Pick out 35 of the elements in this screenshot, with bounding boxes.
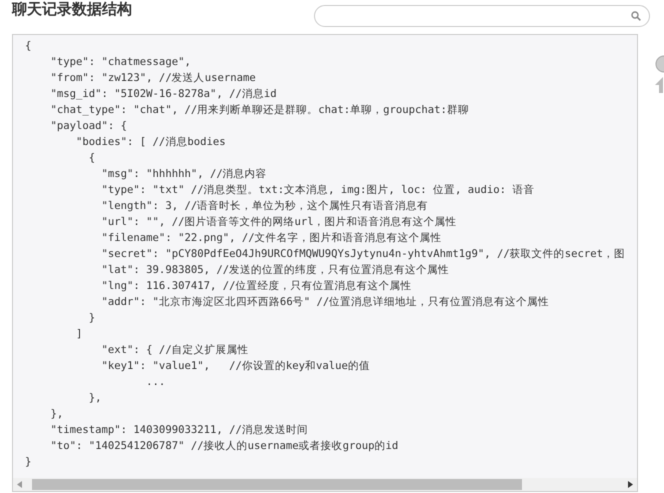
- code-line: "key1": "value1", //你设置的key和value的值: [100, 359, 370, 374]
- code-line: "from": "zw123", //发送人username: [50, 71, 256, 86]
- code-line: "length": 3, //语音时长，单位为秒，这个属性只有语音消息有: [100, 199, 428, 214]
- up-arrow-icon[interactable]: [654, 77, 663, 93]
- code-line: "secret": "pCY80PdfEeO4Jh9URCOfMQWU9QYsJytynu4n-yhtvAhmt1g9", //获取文件的secret，图: [100, 247, 625, 262]
- code-line: "to": "1402541206787" //接收人的username或者接收group的id: [50, 439, 398, 454]
- search-field[interactable]: [314, 5, 650, 27]
- left-arrow-icon[interactable]: [17, 481, 22, 488]
- code-line: "lng": 116.307417, //位置经度，只有位置消息有这个属性: [100, 279, 412, 294]
- code-line: {: [88, 151, 96, 166]
- search-icon: [631, 11, 641, 21]
- code-line: }: [88, 311, 96, 326]
- code-line: },: [50, 407, 64, 422]
- code-line: "filename": "22.png", //文件名字，图片和语音消息有这个属性: [100, 231, 442, 246]
- code-line: "lat": 39.983805, //发送的位置的纬度，只有位置消息有这个属性: [100, 263, 450, 278]
- code-line: }: [25, 455, 32, 470]
- code-line: {: [25, 39, 32, 54]
- right-arrow-icon[interactable]: [628, 481, 633, 488]
- code-line: "ext": { //自定义扩展属性: [100, 343, 249, 358]
- code-line: "timestamp": 1403099033211, //消息发送时间: [50, 423, 308, 438]
- code-line: "msg": "hhhhhh", //消息内容: [100, 167, 267, 182]
- page-title: 聊天记录数据结构: [12, 0, 132, 18]
- code-line: ]: [75, 327, 82, 342]
- code-line: "msg_id": "5I02W-16-8278a", //消息id: [50, 87, 277, 102]
- code-line: "url": "", //图片语音等文件的网络url，图片和语音消息有这个属性: [100, 215, 457, 230]
- code-line: },: [88, 391, 102, 406]
- code-line: "type": "chatmessage",: [50, 55, 191, 70]
- code-line: "addr": "北京市海淀区北四环西路66号" //位置消息详细地址，只有位置消息有这个属性: [100, 295, 550, 310]
- code-line: "type": "txt" //消息类型。txt:文本消息, img:图片, loc: 位置, audio: 语音: [100, 183, 534, 198]
- code-line: ...: [145, 375, 166, 390]
- scrollbar-thumb[interactable]: [32, 479, 522, 490]
- code-line: "chat_type": "chat", //用来判断单聊还是群聊。chat:单聊，groupchat:群聊: [50, 103, 469, 118]
- horizontal-scrollbar[interactable]: [13, 478, 637, 491]
- code-line: "payload": {: [50, 119, 128, 134]
- code-line: "bodies": [ //消息bodies: [75, 135, 226, 150]
